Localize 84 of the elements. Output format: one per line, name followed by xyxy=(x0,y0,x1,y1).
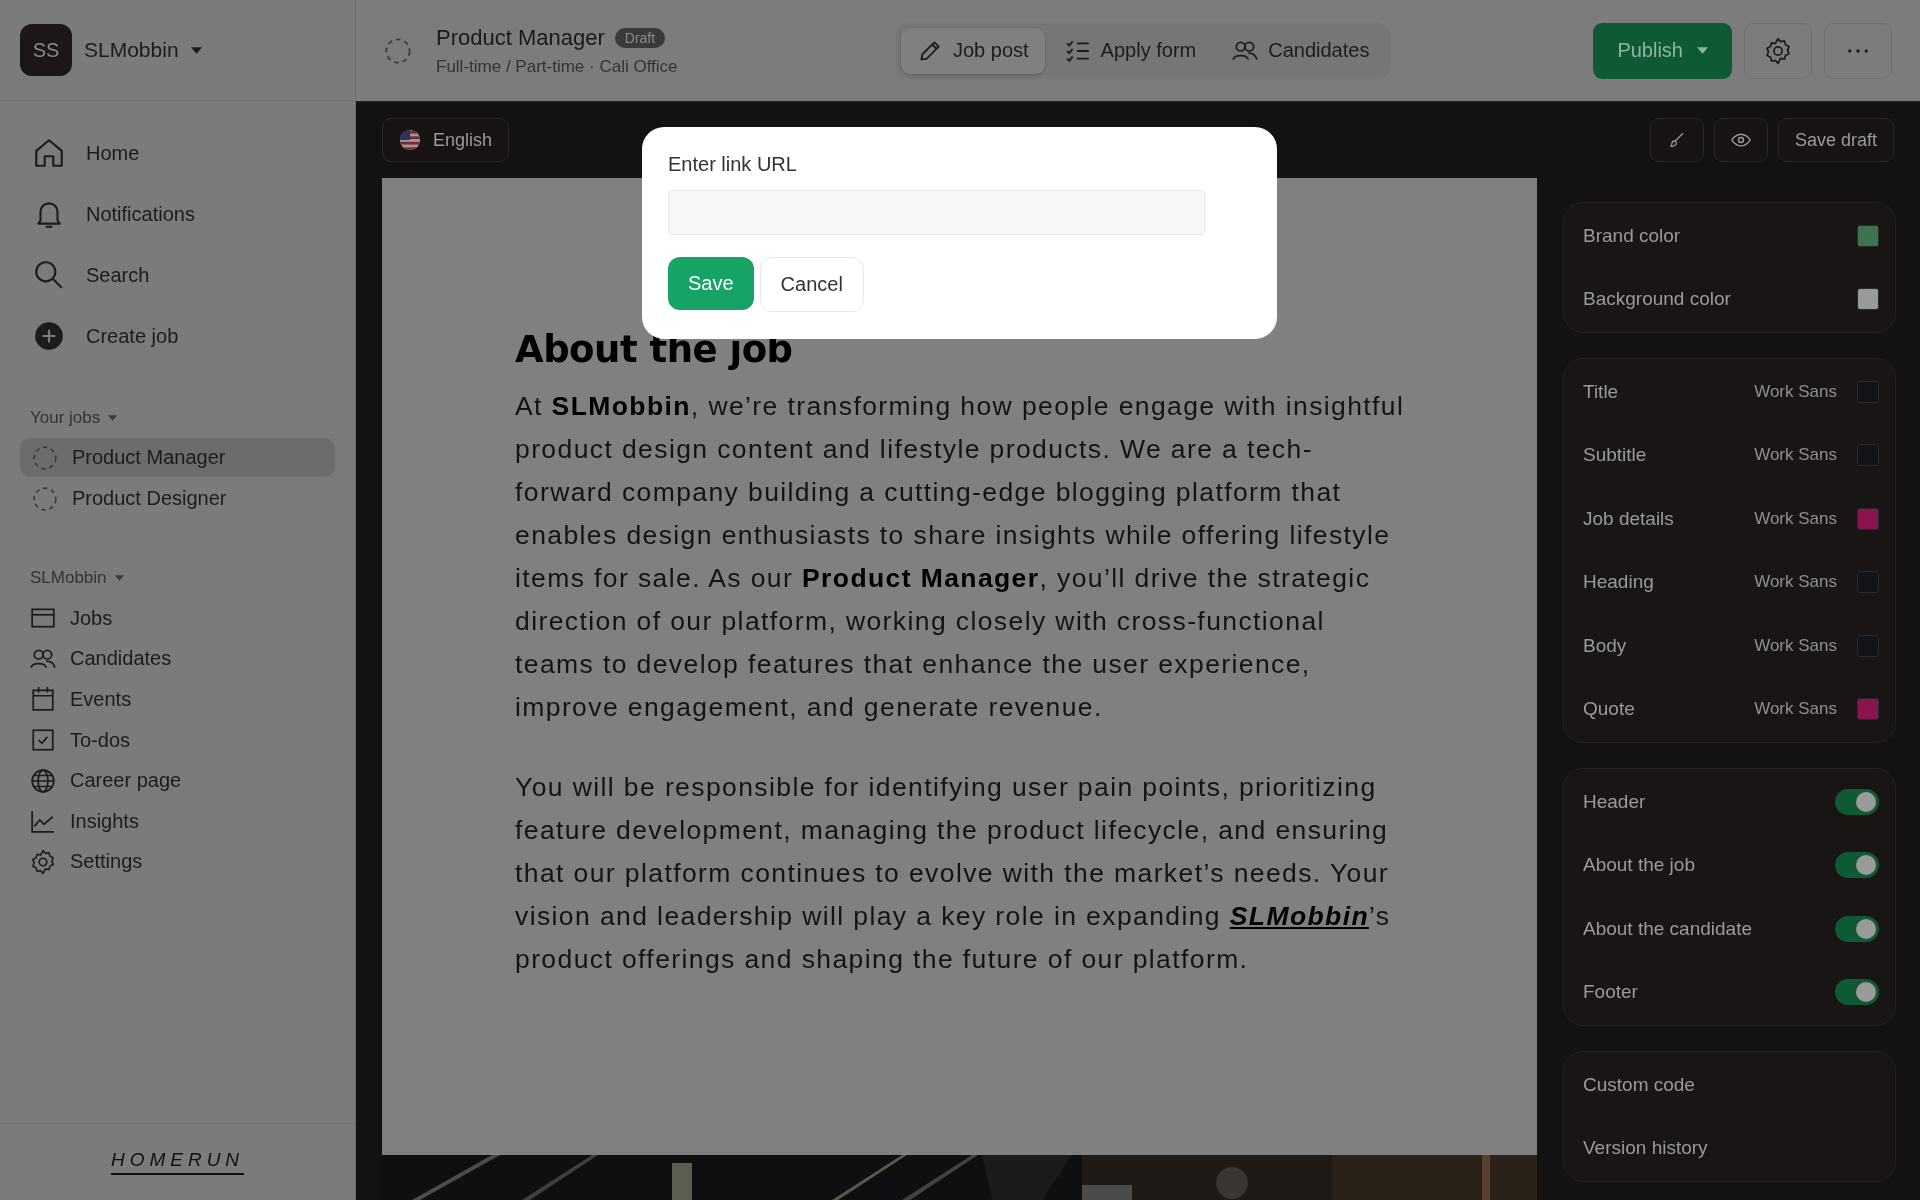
section-title[interactable]: Your jobs xyxy=(30,408,101,428)
font-setting-label: Body xyxy=(1583,634,1628,657)
font-name[interactable]: Work Sans xyxy=(1754,635,1837,656)
home-icon xyxy=(32,136,66,170)
cancel-button[interactable]: Cancel xyxy=(759,257,864,312)
publish-button[interactable]: Publish xyxy=(1593,22,1732,79)
nav-item[interactable]: Insights xyxy=(30,800,325,842)
field-label: Enter link URL xyxy=(668,153,798,176)
section-toggle-label: Header xyxy=(1583,790,1647,813)
tab[interactable]: Job post xyxy=(901,27,1045,74)
color-setting-label: Brand color xyxy=(1583,224,1682,247)
url-input-field[interactable] xyxy=(668,190,1205,235)
panel-link[interactable]: Custom code xyxy=(1583,1073,1879,1096)
more-button[interactable] xyxy=(1824,22,1892,79)
color-swatch[interactable] xyxy=(1857,288,1879,311)
font-name[interactable]: Work Sans xyxy=(1754,445,1837,466)
nav-item[interactable]: Home xyxy=(20,129,335,177)
save-draft-button[interactable]: Save draft xyxy=(1777,118,1894,162)
section-toggle-label: About the candidate xyxy=(1583,917,1754,940)
panel-link[interactable]: Version history xyxy=(1583,1137,1879,1160)
color-setting-label: Background color xyxy=(1583,288,1732,311)
nav-item[interactable]: Settings xyxy=(30,841,325,883)
font-name[interactable]: Work Sans xyxy=(1754,572,1837,593)
section-title[interactable]: SLMobbin xyxy=(30,568,107,588)
caret-icon xyxy=(190,46,202,54)
font-name[interactable]: Work Sans xyxy=(1754,381,1837,402)
globe-icon xyxy=(30,767,56,794)
toggle-switch[interactable] xyxy=(1835,915,1879,942)
body-paragraph: At SLMobbin, we’re transforming how people engage with insightful product design content and lifestyle products. We are a tech-forward company building a cutting-edge blogging platform that enables design enthusiasts to share insights while offering lifestyle items for sale. As our Product Manager, you’ll drive the strategic direction of our platform, working closely with cross-functional teams to develop features that enhance the user experience, improve engagement, and generate revenue. xyxy=(515,390,1406,724)
draft-status-icon xyxy=(32,444,58,471)
language-button[interactable]: English xyxy=(382,118,510,162)
nav-item[interactable]: Career page xyxy=(30,760,325,801)
more-icon xyxy=(1847,47,1869,54)
font-setting-label: Job details xyxy=(1583,507,1675,530)
style-button[interactable] xyxy=(1649,118,1704,162)
preview-button[interactable] xyxy=(1713,118,1768,162)
color-swatch[interactable] xyxy=(1857,698,1879,721)
job-item[interactable]: Product Designer xyxy=(20,479,335,518)
font-setting-label: Title xyxy=(1583,380,1620,403)
color-swatch[interactable] xyxy=(1857,507,1879,530)
section-toggle-label: About the job xyxy=(1583,854,1696,877)
calendar-icon xyxy=(30,686,56,713)
logo: HOMERUN xyxy=(110,1149,245,1175)
save-button[interactable]: Save xyxy=(668,257,754,310)
status-badge: Draft xyxy=(614,27,666,48)
job-title: Product Manager xyxy=(436,24,605,51)
text-link[interactable]: SLMobbin xyxy=(1229,901,1370,931)
account-avatar[interactable]: SS xyxy=(20,24,72,76)
line-chart-icon xyxy=(30,808,56,835)
section-toggle-label: Footer xyxy=(1583,981,1639,1004)
draft-status-icon xyxy=(384,36,412,65)
flag-icon xyxy=(399,129,421,151)
body-paragraph: You will be responsible for identifying user pain points, prioritizing feature development, managing the product lifecycle, and ensuring that our platform continues to evolve with the market’s needs. Your vision and leadership will play a key role in expanding SLMobbin’s product offerings and shaping the future of our platform. xyxy=(515,771,1392,976)
nav-item[interactable]: To-dos xyxy=(30,719,325,761)
settings-icon xyxy=(1764,36,1792,65)
caret-icon xyxy=(1697,47,1708,54)
nav-item[interactable]: Notifications xyxy=(20,190,335,238)
caret-icon xyxy=(108,415,118,421)
nav-item[interactable]: Events xyxy=(30,679,325,720)
font-setting-label: Subtitle xyxy=(1583,444,1648,467)
settings-icon xyxy=(30,848,56,875)
plus-icon xyxy=(32,319,66,353)
nav-item[interactable]: Create job xyxy=(20,312,335,360)
toggle-switch[interactable] xyxy=(1835,788,1879,815)
color-swatch[interactable] xyxy=(1857,224,1879,247)
nav-item[interactable]: Search xyxy=(20,251,335,299)
job-subtitle: Full-time / Part-time · Cali Office xyxy=(436,56,679,77)
tab[interactable]: Apply form xyxy=(1048,27,1213,74)
job-item[interactable]: Product Manager xyxy=(20,438,335,477)
toggle-switch[interactable] xyxy=(1835,979,1879,1006)
font-name[interactable]: Work Sans xyxy=(1754,508,1837,529)
caret-icon xyxy=(114,575,124,581)
toggle-switch[interactable] xyxy=(1835,852,1879,879)
font-setting-label: Heading xyxy=(1583,571,1655,594)
settings-button[interactable] xyxy=(1744,22,1812,79)
checkbox-icon xyxy=(30,727,56,754)
font-name[interactable]: Work Sans xyxy=(1754,699,1837,720)
nav-item[interactable]: Jobs xyxy=(30,598,325,639)
draft-status-icon xyxy=(32,485,58,512)
account-name[interactable]: SLMobbin xyxy=(84,38,179,62)
font-setting-label: Quote xyxy=(1583,698,1636,721)
tab[interactable]: Candidates xyxy=(1216,27,1386,74)
nav-item[interactable]: Candidates xyxy=(30,638,325,680)
brush-icon xyxy=(1667,131,1686,149)
